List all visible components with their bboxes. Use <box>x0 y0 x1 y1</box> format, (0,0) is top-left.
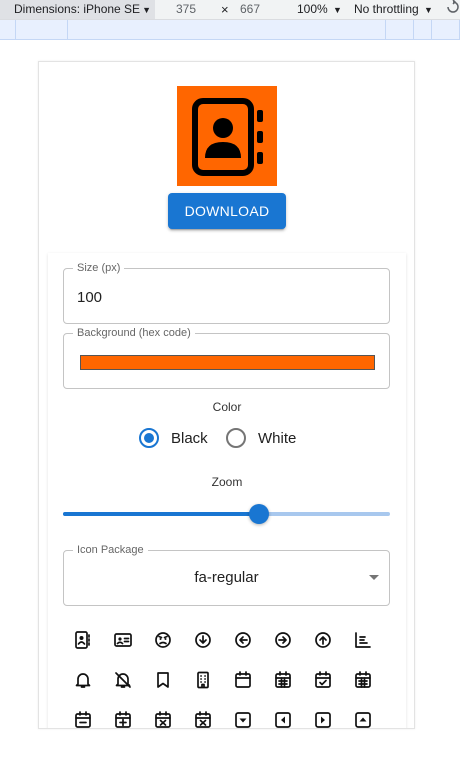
ruler-segment[interactable] <box>0 20 16 40</box>
icon-option[interactable] <box>343 621 383 659</box>
icon-option[interactable] <box>103 621 143 659</box>
calendar-times-icon <box>195 711 211 728</box>
color-label: Color <box>212 400 242 414</box>
icon-option[interactable] <box>223 701 263 728</box>
bookmark-icon <box>157 672 169 688</box>
zoom-label: Zoom <box>211 475 243 489</box>
building-icon <box>197 671 209 689</box>
background-color-input[interactable] <box>80 355 375 370</box>
icon-option[interactable] <box>103 701 143 728</box>
address-book-icon <box>177 86 277 186</box>
rotate-icon[interactable] <box>446 0 460 19</box>
icon-option[interactable] <box>63 661 103 699</box>
icon-option[interactable] <box>303 701 343 728</box>
circle-up-icon <box>315 632 331 648</box>
icon-option[interactable] <box>183 621 223 659</box>
radio-black[interactable] <box>139 428 159 448</box>
radio-black-label[interactable]: Black <box>171 430 208 447</box>
square-caret-right-icon <box>315 712 331 728</box>
radio-white[interactable] <box>226 428 246 448</box>
ruler-segment[interactable] <box>432 20 460 40</box>
calendar-grid-icon <box>355 671 371 688</box>
icon-option[interactable] <box>263 701 303 728</box>
icon-option[interactable] <box>183 701 223 728</box>
size-field[interactable]: Size (px) 100 <box>63 262 390 324</box>
calendar-minus-icon <box>75 711 91 728</box>
icon-option[interactable] <box>63 621 103 659</box>
icon-option[interactable] <box>143 701 183 728</box>
circle-right-icon <box>275 632 291 648</box>
zoom-label: 100% <box>297 2 328 16</box>
icon-option[interactable] <box>303 621 343 659</box>
icon-option[interactable] <box>223 661 263 699</box>
calendar-icon <box>235 671 251 688</box>
calendar-plus-icon <box>115 711 131 728</box>
caret-down-icon: ▼ <box>142 5 151 15</box>
icon-option[interactable] <box>223 621 263 659</box>
size-input[interactable]: 100 <box>77 289 102 306</box>
icon-preview <box>177 86 277 186</box>
devtools-toolbar: Dimensions: iPhone SE ▼ 375 × 667 100% ▼ … <box>0 0 460 20</box>
icon-option[interactable] <box>63 701 103 728</box>
icon-option[interactable] <box>143 661 183 699</box>
icon-option[interactable] <box>343 661 383 699</box>
circle-left-icon <box>235 632 251 648</box>
throttling-label: No throttling <box>354 2 419 16</box>
caret-down-icon: ▼ <box>333 5 342 15</box>
icon-package-select[interactable]: Icon Package fa-regular <box>63 544 390 606</box>
ruler-segment[interactable] <box>386 20 414 40</box>
icon-option[interactable] <box>103 661 143 699</box>
media-query-ruler <box>0 20 460 40</box>
bell-icon <box>75 673 91 688</box>
circle-down-icon <box>195 632 211 648</box>
radio-white-label[interactable]: White <box>258 430 296 447</box>
chart-bar-icon <box>355 632 371 648</box>
address-card-icon <box>114 633 132 647</box>
download-button[interactable]: DOWNLOAD <box>168 193 286 229</box>
dimension-separator: × <box>221 2 229 17</box>
calendar-xmark-icon <box>155 711 171 728</box>
icon-option[interactable] <box>263 621 303 659</box>
calendar-days-icon <box>275 671 291 688</box>
bell-slash-icon <box>115 672 131 688</box>
zoom-slider-thumb[interactable] <box>249 504 270 524</box>
ruler-segment[interactable] <box>68 20 386 40</box>
device-viewport: DOWNLOAD Size (px) 100 Background (hex c… <box>38 61 415 729</box>
square-caret-left-icon <box>275 712 291 728</box>
background-field-label: Background (hex code) <box>73 327 195 340</box>
caret-down-icon[interactable] <box>369 575 379 580</box>
size-field-label: Size (px) <box>73 262 125 275</box>
settings-panel: Size (px) 100 Background (hex code) Colo… <box>48 253 406 728</box>
square-caret-up-icon <box>355 712 371 728</box>
icon-option[interactable] <box>263 661 303 699</box>
device-dimensions-label: Dimensions: iPhone SE <box>14 2 141 16</box>
icon-option[interactable] <box>303 661 343 699</box>
face-angry-icon <box>155 632 171 648</box>
calendar-check-icon <box>315 671 331 688</box>
viewport-height-input[interactable]: 667 <box>240 0 260 19</box>
caret-down-icon: ▼ <box>424 5 433 15</box>
ruler-segment[interactable] <box>16 20 68 40</box>
device-dimensions-dropdown[interactable]: Dimensions: iPhone SE ▼ <box>0 0 155 19</box>
address-book-icon <box>75 631 90 649</box>
icon-option[interactable] <box>343 701 383 728</box>
throttling-dropdown[interactable]: No throttling ▼ <box>354 0 433 19</box>
zoom-dropdown[interactable]: 100% ▼ <box>297 0 342 19</box>
icon-option[interactable] <box>183 661 223 699</box>
viewport-width-input[interactable]: 375 <box>176 0 196 19</box>
square-caret-down-icon <box>235 712 251 728</box>
icon-package-label: Icon Package <box>73 544 148 557</box>
zoom-slider-track[interactable] <box>63 512 260 516</box>
background-field[interactable]: Background (hex code) <box>63 327 390 389</box>
ruler-segment[interactable] <box>414 20 432 40</box>
icon-option[interactable] <box>143 621 183 659</box>
icon-package-value: fa-regular <box>194 569 259 586</box>
